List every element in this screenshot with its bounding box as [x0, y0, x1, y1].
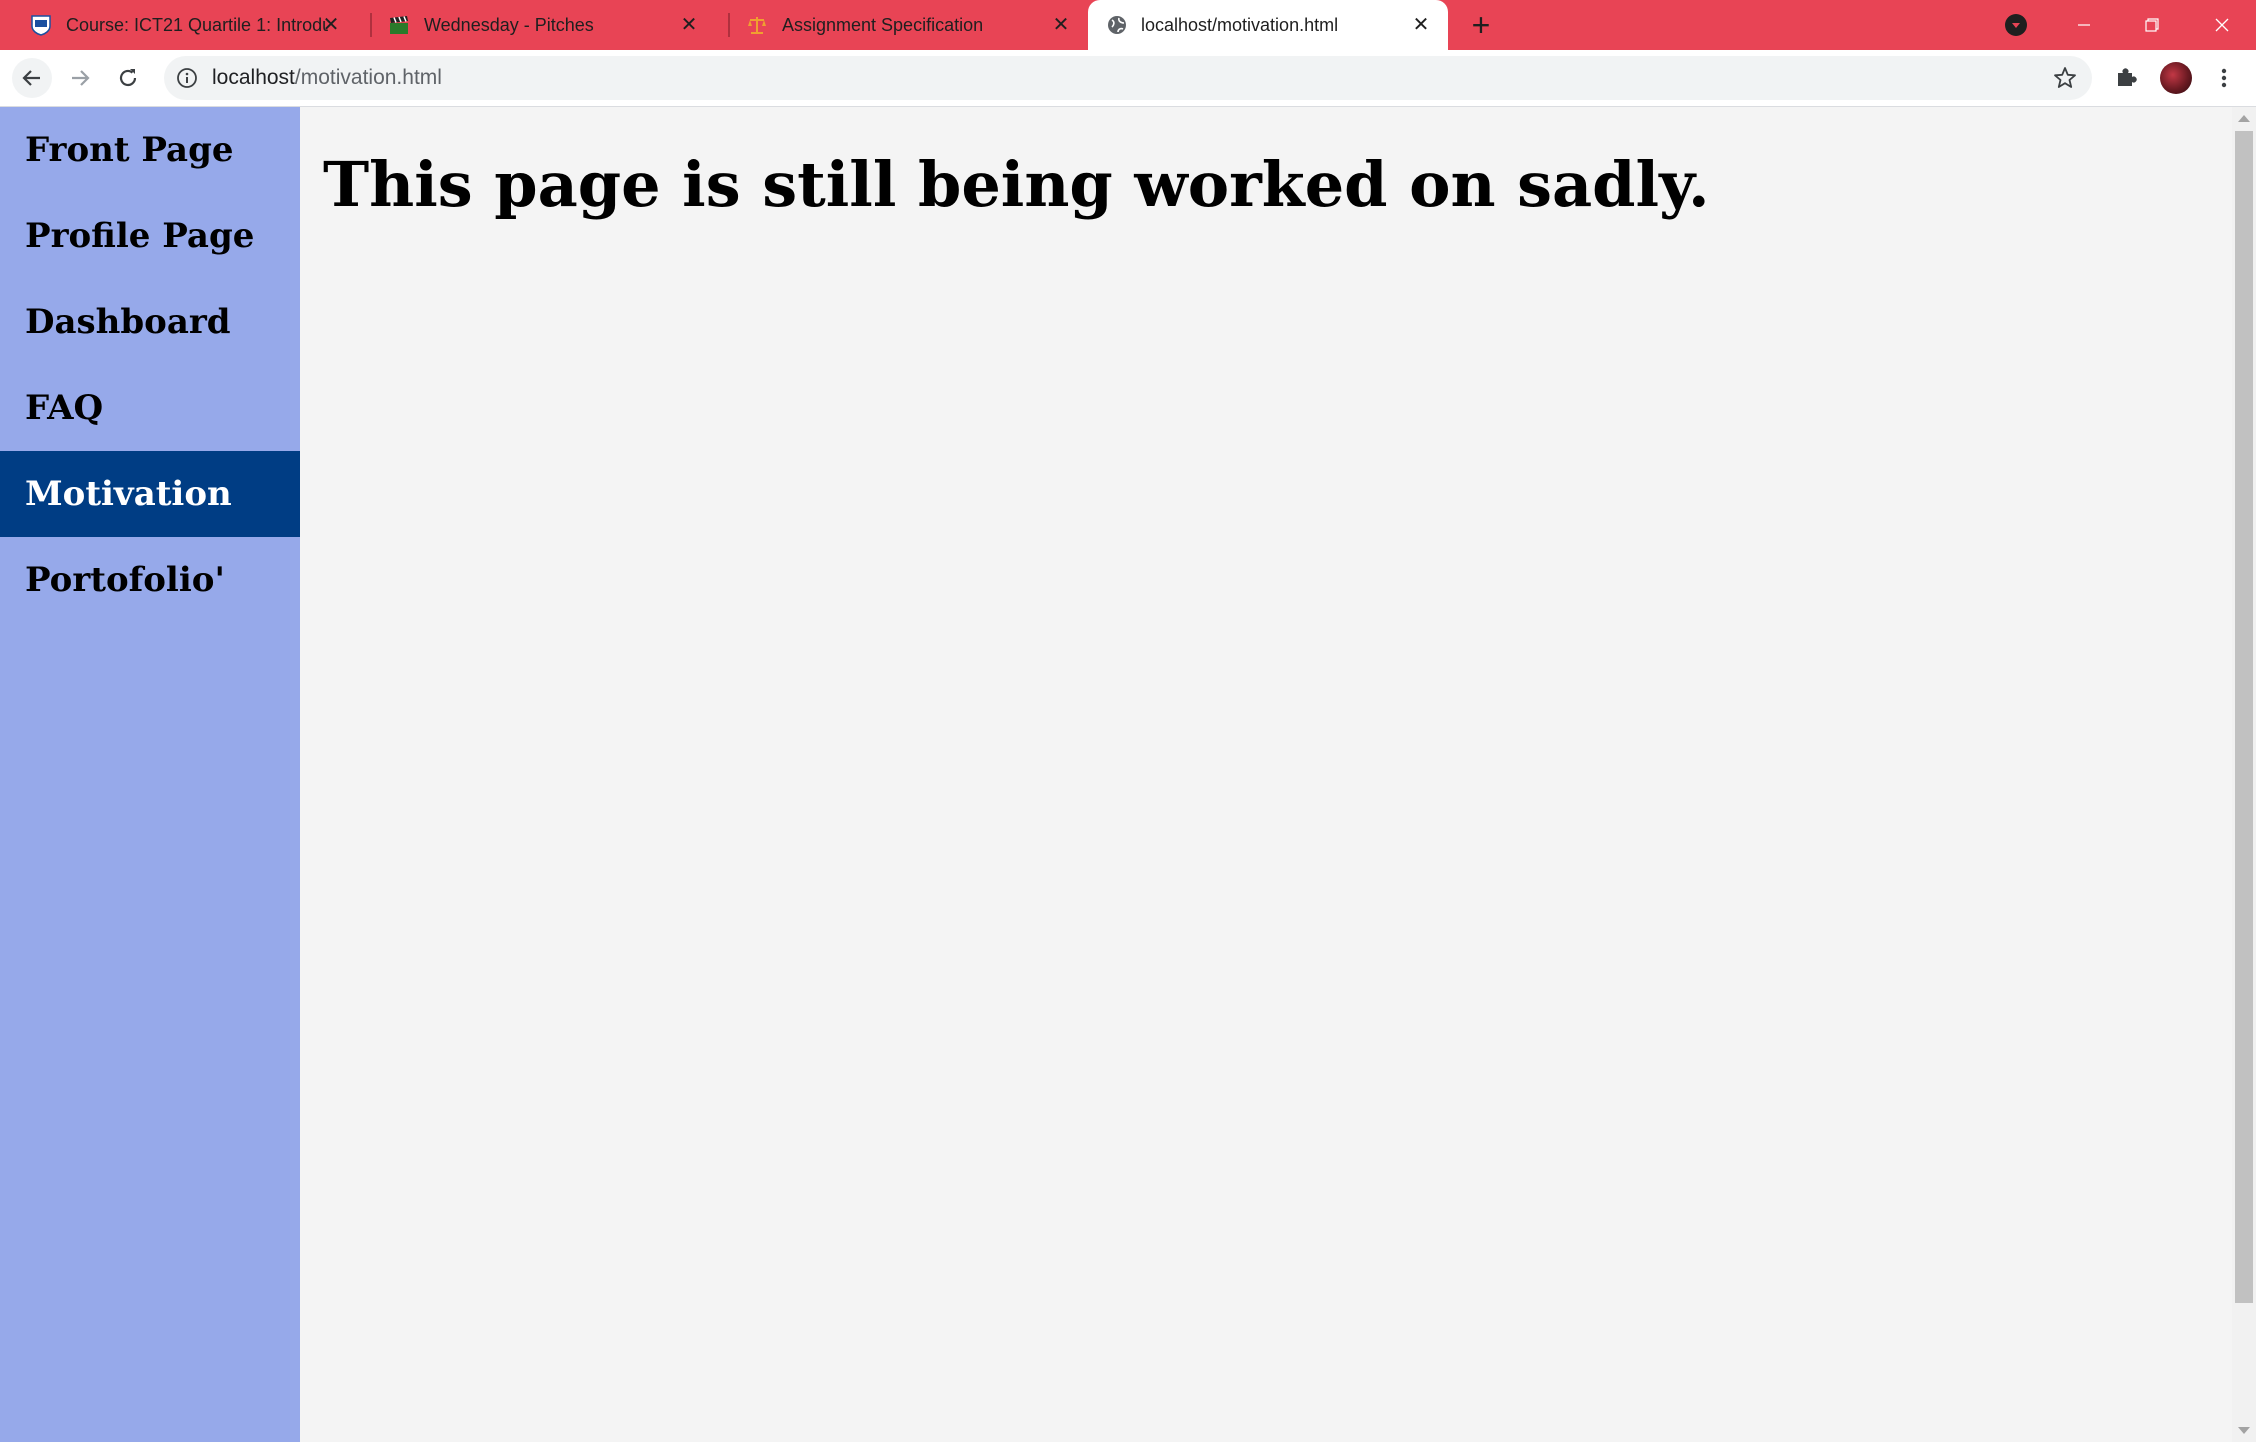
page-title: This page is still being worked on sadly… [323, 148, 1710, 221]
reload-icon [119, 69, 137, 87]
tab-assignment[interactable]: Assignment Specification ✕ [716, 0, 1088, 50]
bookmark-star-icon[interactable] [2052, 65, 2078, 91]
close-icon[interactable]: ✕ [1048, 12, 1074, 38]
reload-button[interactable] [108, 58, 148, 98]
sidebar-item-profile-page[interactable]: Profile Page [0, 193, 300, 279]
tab-course[interactable]: Course: ICT21 Quartile 1: Introdu ✕ [0, 0, 358, 50]
sidebar-nav: Front Page Profile Page Dashboard FAQ Mo… [0, 107, 300, 1442]
sidebar-item-portofolio[interactable]: Portofolio' [0, 537, 300, 623]
close-icon[interactable]: ✕ [1408, 12, 1434, 38]
minimize-icon [2078, 24, 2090, 26]
url-text[interactable]: localhost/motivation.html [212, 66, 442, 90]
close-window-button[interactable] [2192, 0, 2252, 50]
tab-motivation-active[interactable]: localhost/motivation.html ✕ [1088, 0, 1448, 50]
scroll-down-arrow-icon[interactable] [2238, 1427, 2250, 1434]
tab-title: Course: ICT21 Quartile 1: Introdu [66, 15, 328, 35]
tab-title: Wednesday - Pitches [424, 15, 594, 35]
sidebar-item-faq[interactable]: FAQ [0, 365, 300, 451]
globe-icon [1108, 16, 1126, 34]
page-viewport: Front Page Profile Page Dashboard FAQ Mo… [0, 107, 2256, 1442]
sidebar-item-front-page[interactable]: Front Page [0, 107, 300, 193]
back-button[interactable] [12, 58, 52, 98]
tab-strip: Course: ICT21 Quartile 1: Introdu ✕ Wedn… [0, 0, 2256, 50]
info-icon[interactable] [176, 67, 198, 89]
tab-title: localhost/motivation.html [1141, 15, 1339, 35]
scrollbar-thumb[interactable] [2235, 131, 2253, 1303]
arrow-right-icon [72, 70, 90, 86]
scales-icon [748, 17, 766, 34]
address-bar[interactable]: localhost/motivation.html [164, 56, 2092, 100]
url-host: localhost [212, 66, 295, 89]
sidebar-item-motivation[interactable]: Motivation [0, 451, 300, 537]
restore-icon [2145, 18, 2159, 32]
sidebar-item-dashboard[interactable]: Dashboard [0, 279, 300, 365]
tab-search-icon[interactable] [2005, 14, 2027, 36]
minimize-button[interactable] [2054, 0, 2114, 50]
scroll-up-arrow-icon[interactable] [2238, 115, 2250, 122]
browser-toolbar: localhost/motivation.html [0, 50, 2256, 107]
hz-shield-icon [31, 15, 51, 36]
close-icon[interactable]: ✕ [318, 12, 344, 38]
restore-button[interactable] [2122, 0, 2182, 50]
close-icon[interactable]: ✕ [676, 12, 702, 38]
extensions-puzzle-icon[interactable] [2112, 64, 2140, 92]
vertical-scrollbar[interactable] [2232, 107, 2256, 1442]
tab-pitches[interactable]: Wednesday - Pitches ✕ [358, 0, 716, 50]
avatar[interactable] [2160, 62, 2192, 94]
url-path: /motivation.html [294, 66, 442, 89]
new-tab-button[interactable]: + [1465, 9, 1497, 41]
tab-title: Assignment Specification [782, 15, 984, 35]
clapperboard-icon [390, 16, 408, 34]
close-icon [2215, 18, 2229, 32]
more-menu-icon[interactable] [2210, 64, 2238, 92]
forward-button[interactable] [60, 58, 100, 98]
arrow-left-icon [22, 70, 40, 86]
